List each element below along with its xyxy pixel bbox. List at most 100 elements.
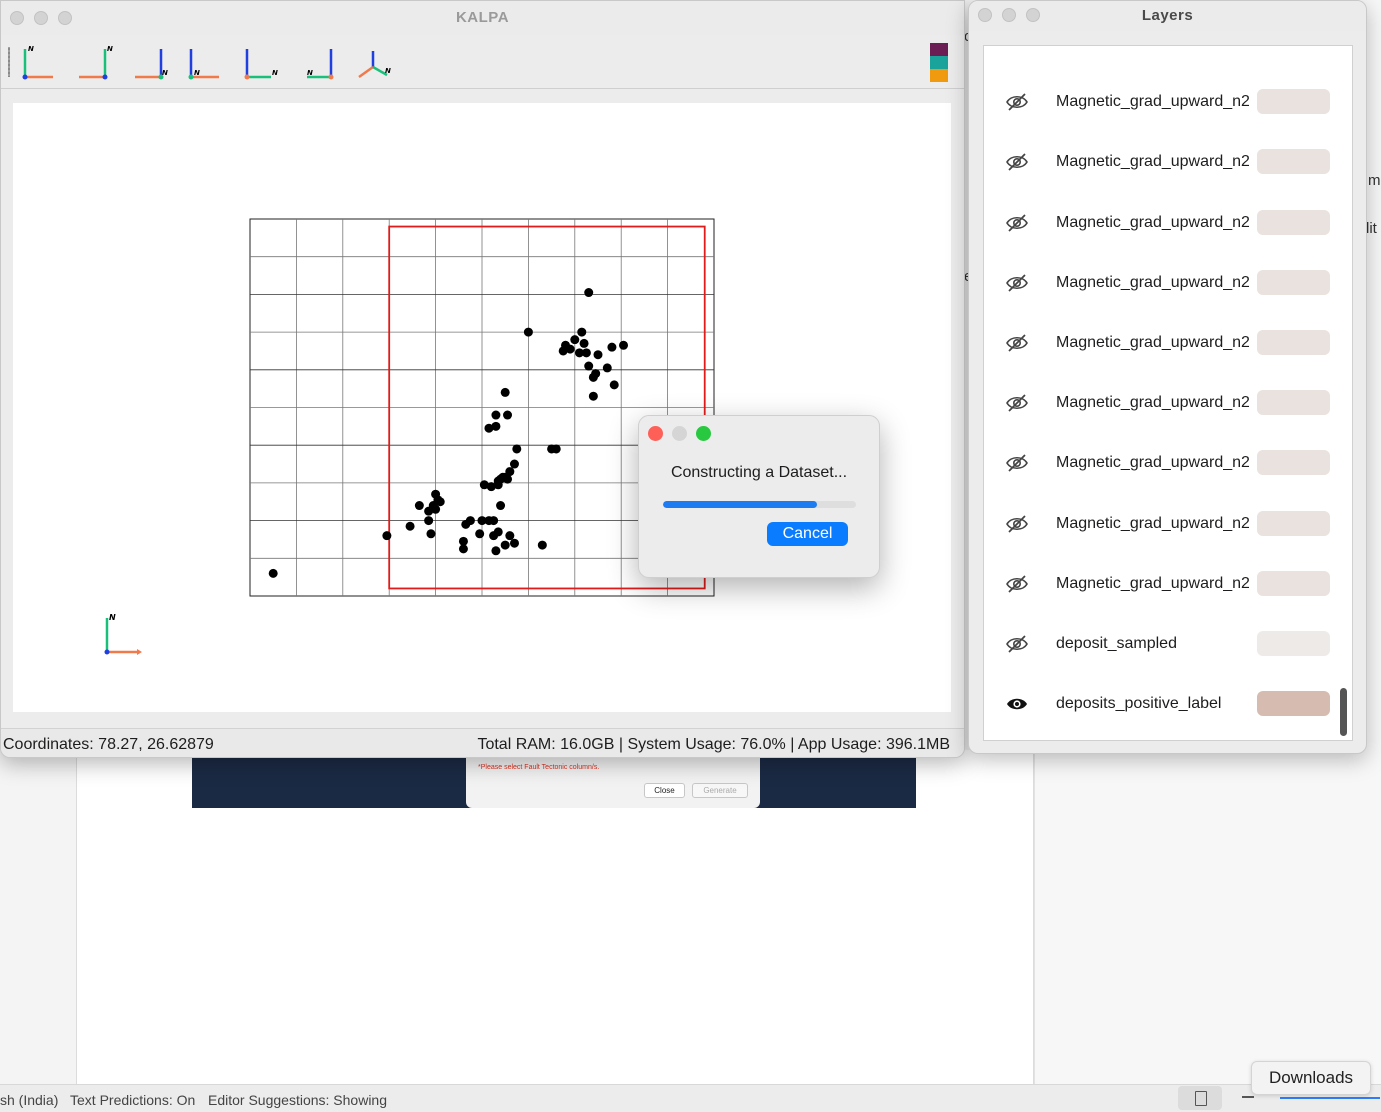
layer-color-swatch[interactable] — [1257, 89, 1330, 115]
deposit-point[interactable] — [491, 546, 501, 556]
deposit-point[interactable] — [509, 538, 519, 548]
deposit-point[interactable] — [607, 342, 617, 352]
deposit-point[interactable] — [558, 346, 568, 356]
deposit-point[interactable] — [503, 410, 513, 420]
close-dialog-icon[interactable] — [648, 426, 663, 441]
eye-slash-icon[interactable] — [1005, 151, 1029, 173]
eye-slash-icon[interactable] — [1005, 332, 1029, 354]
zoom-out-icon[interactable] — [1242, 1096, 1254, 1098]
deposit-point[interactable] — [479, 480, 489, 490]
map-plot[interactable]: N — [13, 103, 951, 712]
deposit-point[interactable] — [602, 363, 612, 373]
deposit-point[interactable] — [591, 369, 601, 379]
deposit-point[interactable] — [577, 327, 587, 337]
deposit-point[interactable] — [593, 350, 603, 360]
layer-row[interactable]: Magnetic_grad_upward_n2 — [984, 76, 1336, 136]
layer-color-swatch[interactable] — [1257, 209, 1330, 235]
eye-slash-icon[interactable] — [1005, 91, 1029, 113]
layers-list[interactable]: Magnetic_grad_upward_n2 Magnetic_grad_upw… — [983, 45, 1353, 741]
layer-row[interactable]: Magnetic_grad_upward_n2 — [984, 377, 1336, 437]
deposit-point[interactable] — [426, 529, 436, 539]
deposit-point[interactable] — [489, 531, 499, 541]
deposit-point[interactable] — [509, 459, 519, 469]
layer-color-swatch[interactable] — [1257, 691, 1330, 717]
eye-slash-icon[interactable] — [1005, 573, 1029, 595]
layer-row[interactable]: Magnetic_grad_upward_n2 — [984, 197, 1336, 257]
deposit-point[interactable] — [491, 421, 501, 431]
deposit-point[interactable] — [584, 288, 594, 298]
layer-row[interactable]: Magnetic_grad_upward_n2 — [984, 136, 1336, 196]
deposit-point[interactable] — [475, 529, 485, 539]
eye-slash-icon[interactable] — [1005, 513, 1029, 535]
color-palette-icon[interactable] — [930, 43, 948, 82]
layer-row[interactable]: Magnetic_grad_upward_n2 — [984, 257, 1336, 317]
eye-icon[interactable] — [1005, 693, 1029, 715]
layer-color-swatch[interactable] — [1257, 149, 1330, 175]
eye-slash-icon[interactable] — [1005, 452, 1029, 474]
layer-row[interactable]: Magnetic_grad_upward_n2 — [984, 437, 1336, 497]
layer-color-swatch[interactable] — [1257, 269, 1330, 295]
deposit-point[interactable] — [619, 340, 629, 350]
deposit-point[interactable] — [500, 472, 510, 482]
layer-row[interactable]: Magnetic_grad_upward_n2 — [984, 498, 1336, 558]
deposit-point[interactable] — [512, 444, 522, 454]
view-west-icon[interactable]: N — [297, 43, 337, 83]
deposit-point[interactable] — [424, 516, 434, 526]
deposit-point[interactable] — [505, 531, 515, 541]
deposit-point[interactable] — [523, 327, 533, 337]
eye-slash-icon[interactable] — [1005, 212, 1029, 234]
layer-row[interactable]: Magnetic_grad_upward_n2 — [984, 558, 1336, 618]
layer-color-swatch[interactable] — [1257, 631, 1330, 656]
view-north-up-icon[interactable]: N — [19, 43, 59, 83]
deposit-point[interactable] — [435, 497, 445, 507]
deposit-point[interactable] — [579, 338, 589, 348]
text-predictions-status[interactable]: Text Predictions: On — [70, 1092, 195, 1108]
deposit-point[interactable] — [431, 504, 441, 514]
layer-row[interactable]: bounding_box — [984, 738, 1336, 740]
title-bar[interactable]: KALPA — [1, 1, 964, 35]
zoom-slider[interactable] — [1280, 1097, 1380, 1099]
deposit-point[interactable] — [500, 540, 510, 550]
view-north-left-icon[interactable]: N — [129, 43, 169, 83]
layer-color-swatch[interactable] — [1257, 510, 1330, 536]
layers-scrollbar[interactable] — [1340, 688, 1347, 736]
deposit-point[interactable] — [570, 335, 580, 345]
view-north-right-icon[interactable]: N — [73, 43, 113, 83]
deposit-point[interactable] — [382, 531, 392, 541]
layer-row[interactable]: Magnetic_grad_upward_n2 — [984, 317, 1336, 377]
view-east-icon[interactable]: N — [241, 43, 281, 83]
layer-color-swatch[interactable] — [1257, 450, 1330, 476]
deposit-point[interactable] — [405, 521, 415, 531]
zoom-dialog-icon[interactable] — [696, 426, 711, 441]
deposit-point[interactable] — [496, 501, 506, 511]
deposit-point[interactable] — [537, 540, 547, 550]
page-view-icon[interactable] — [1178, 1086, 1222, 1110]
view-3d-icon[interactable]: N — [353, 43, 393, 83]
view-north-down-icon[interactable]: N — [185, 43, 225, 83]
layer-color-swatch[interactable] — [1257, 390, 1330, 416]
deposit-point[interactable] — [477, 516, 487, 526]
toolbar-grip-icon[interactable] — [8, 47, 10, 77]
eye-slash-icon[interactable] — [1005, 392, 1029, 414]
deposit-point[interactable] — [414, 501, 424, 511]
layer-color-swatch[interactable] — [1257, 330, 1330, 355]
deposit-point[interactable] — [500, 387, 510, 397]
downloads-tooltip[interactable]: Downloads — [1251, 1061, 1371, 1095]
language-status[interactable]: sh (India) — [0, 1092, 58, 1108]
deposit-point[interactable] — [491, 410, 501, 420]
layer-color-swatch[interactable] — [1257, 570, 1330, 596]
deposit-point[interactable] — [609, 380, 619, 390]
deposit-point[interactable] — [458, 544, 468, 554]
editor-suggestions-status[interactable]: Editor Suggestions: Showing — [208, 1092, 387, 1108]
deposit-point[interactable] — [581, 348, 591, 358]
deposit-point[interactable] — [461, 519, 471, 529]
cancel-button[interactable]: Cancel — [767, 522, 848, 546]
map-canvas[interactable]: N — [13, 103, 951, 712]
eye-slash-icon[interactable] — [1005, 633, 1029, 655]
layers-title-bar[interactable]: Layers — [969, 1, 1366, 31]
layer-row[interactable]: deposit_sampled — [984, 618, 1336, 678]
eye-slash-icon[interactable] — [1005, 272, 1029, 294]
deposit-point[interactable] — [584, 361, 594, 371]
deposit-point[interactable] — [551, 444, 561, 454]
deposit-point[interactable] — [588, 391, 598, 401]
